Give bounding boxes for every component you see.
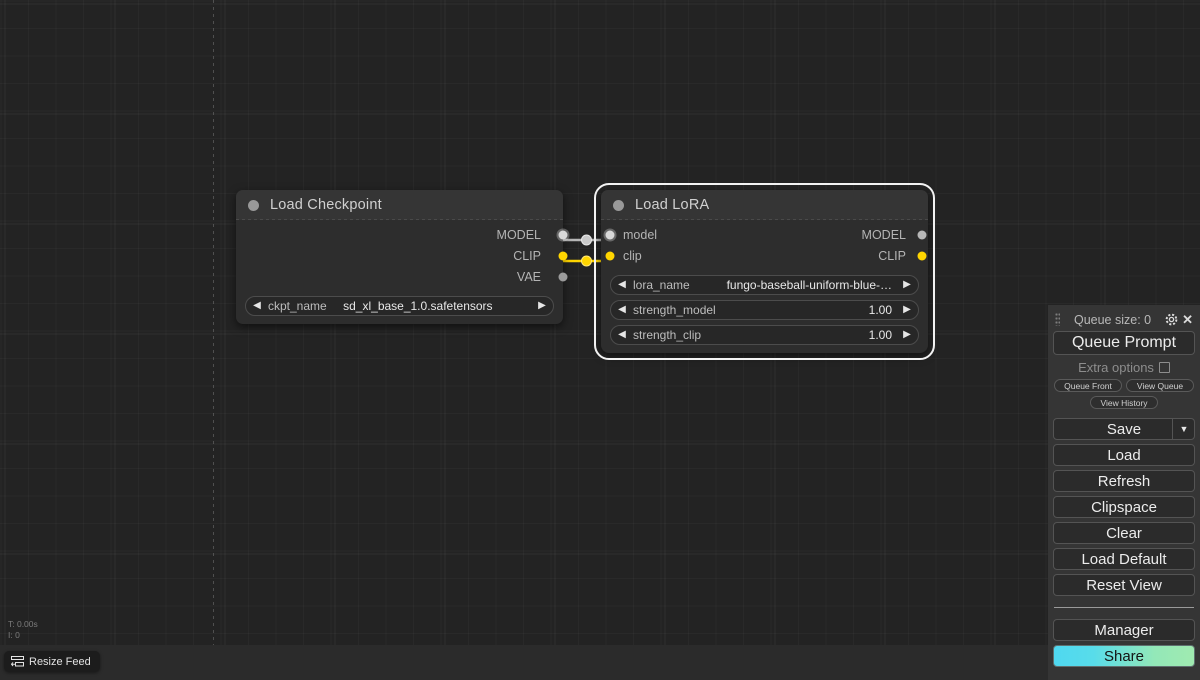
output-dot-model[interactable] — [917, 230, 927, 239]
widget-prev-arrow-icon[interactable]: ◀ — [246, 301, 268, 311]
widget-value: 1.00 — [868, 303, 892, 317]
extra-options-checkbox[interactable] — [1158, 362, 1170, 373]
node-title-label: Load Checkpoint — [270, 197, 382, 213]
widget-label: strength_model — [633, 303, 716, 317]
input-slot-label: clip — [623, 248, 642, 263]
node-title-bar[interactable]: Load LoRA — [601, 190, 928, 220]
widget-next-arrow-icon[interactable]: ▶ — [896, 305, 918, 315]
extra-options-row[interactable]: Extra options — [1053, 360, 1195, 375]
node-title-bar[interactable]: Load Checkpoint — [236, 190, 563, 220]
widget-value: 1.00 — [868, 328, 892, 342]
queue-front-button[interactable]: Queue Front — [1054, 379, 1122, 392]
resize-feed-button[interactable]: Resize Feed — [4, 651, 100, 672]
widget-lora-name[interactable]: ◀ lora_name fungo-baseball-uniform-blue-… — [610, 275, 919, 295]
menu-divider — [1054, 607, 1194, 608]
close-icon[interactable]: ✕ — [1182, 313, 1195, 326]
widget-next-arrow-icon[interactable]: ▶ — [896, 330, 918, 340]
output-dot-clip[interactable] — [917, 251, 927, 260]
clipspace-button[interactable]: Clipspace — [1053, 496, 1195, 518]
output-slot-label: MODEL — [496, 227, 541, 242]
node-title-label: Load LoRA — [635, 197, 710, 213]
queue-prompt-button[interactable]: Queue Prompt — [1053, 331, 1195, 355]
manager-button[interactable]: Manager — [1053, 619, 1195, 641]
widget-prev-arrow-icon[interactable]: ◀ — [611, 330, 633, 340]
reset-view-button[interactable]: Reset View — [1053, 574, 1195, 596]
view-queue-button[interactable]: View Queue — [1126, 379, 1194, 392]
output-slot-clip[interactable]: CLIP — [236, 245, 568, 266]
input-dot-clip[interactable] — [605, 251, 615, 260]
load-button[interactable]: Load — [1053, 444, 1195, 466]
node-collapse-icon[interactable] — [613, 199, 624, 211]
node-load-checkpoint[interactable]: Load Checkpoint MODEL CLIP VAE ◀ ckpt_na… — [236, 190, 568, 324]
queue-size-label: Queue size: 0 — [1073, 312, 1152, 327]
resize-icon — [11, 656, 24, 667]
widget-strength-clip[interactable]: ◀ strength_clip 1.00 ▶ — [610, 325, 919, 345]
view-history-button[interactable]: View History — [1090, 396, 1158, 409]
gear-icon[interactable] — [1165, 313, 1178, 326]
widget-label: lora_name — [633, 278, 690, 292]
comfy-menu-panel: Queue size: 0 ✕ Queue Prompt Extra optio… — [1048, 305, 1200, 680]
output-slot-label: MODEL — [861, 227, 906, 242]
graph-canvas[interactable] — [0, 0, 1200, 645]
widget-ckpt-name[interactable]: ◀ ckpt_name sd_xl_base_1.0.safetensors ▶ — [245, 296, 554, 316]
node-body: model MODEL clip CLIP ◀ lora_name fungo-… — [601, 220, 928, 353]
widget-value: fungo-baseball-uniform-blue-… — [726, 278, 892, 292]
widget-strength-model[interactable]: ◀ strength_model 1.00 ▶ — [610, 300, 919, 320]
widget-value: sd_xl_base_1.0.safetensors — [343, 299, 493, 313]
output-dot-clip[interactable] — [558, 251, 568, 260]
queue-actions-row-1: Queue Front View Queue — [1053, 379, 1195, 392]
widget-prev-arrow-icon[interactable]: ◀ — [611, 280, 633, 290]
clear-button[interactable]: Clear — [1053, 522, 1195, 544]
widget-label: ckpt_name — [268, 299, 327, 313]
footer-bar — [0, 645, 1200, 680]
node-body: MODEL CLIP VAE ◀ ckpt_name sd_xl_base_1.… — [236, 220, 568, 324]
widget-prev-arrow-icon[interactable]: ◀ — [611, 305, 633, 315]
output-slot-label: CLIP — [878, 248, 906, 263]
input-dot-model[interactable] — [605, 230, 615, 239]
widget-label: strength_clip — [633, 328, 702, 342]
chevron-down-icon[interactable]: ▼ — [1172, 418, 1195, 440]
queue-actions-row-2: View History — [1053, 396, 1195, 409]
input-slot-label: model — [623, 227, 658, 242]
slot-row-clip[interactable]: clip CLIP — [601, 245, 928, 266]
refresh-button[interactable]: Refresh — [1053, 470, 1195, 492]
output-slot-label: CLIP — [513, 248, 541, 263]
comfyui-window: Load Checkpoint MODEL CLIP VAE ◀ ckpt_na… — [0, 0, 1200, 680]
share-button[interactable]: Share — [1053, 645, 1195, 667]
node-load-lora[interactable]: Load LoRA model MODEL clip CLIP ◀ lora_n… — [594, 183, 935, 360]
menu-header: Queue size: 0 ✕ — [1053, 311, 1195, 328]
slot-row-model[interactable]: model MODEL — [601, 224, 928, 245]
canvas-stats-readout: T: 0.00s I: 0 — [8, 619, 38, 640]
output-slot-model[interactable]: MODEL — [236, 224, 568, 245]
output-dot-model[interactable] — [558, 230, 568, 239]
canvas-guide-line — [213, 0, 214, 645]
output-slot-label: VAE — [516, 269, 541, 284]
extra-options-label: Extra options — [1078, 360, 1154, 375]
node-collapse-icon[interactable] — [248, 199, 259, 211]
widget-next-arrow-icon[interactable]: ▶ — [896, 280, 918, 290]
save-row: Save ▼ — [1053, 418, 1195, 440]
widget-next-arrow-icon[interactable]: ▶ — [531, 301, 553, 311]
output-slot-vae[interactable]: VAE — [236, 266, 568, 287]
drag-grip-icon[interactable] — [1055, 313, 1060, 326]
resize-feed-label: Resize Feed — [29, 655, 91, 668]
load-default-button[interactable]: Load Default — [1053, 548, 1195, 570]
output-dot-vae[interactable] — [558, 272, 568, 281]
